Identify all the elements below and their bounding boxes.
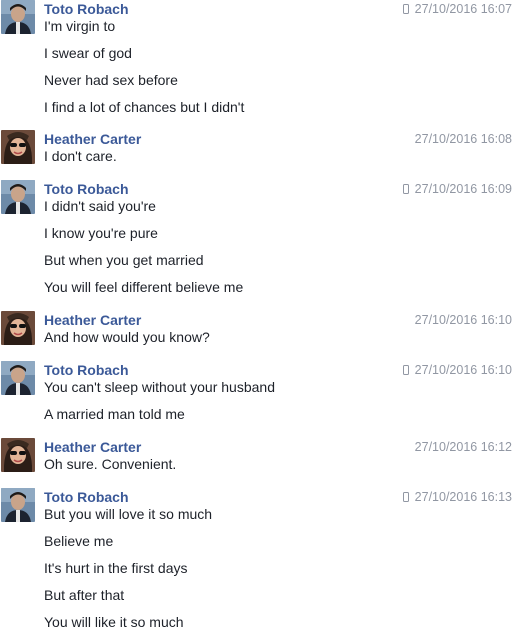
message-text: I didn't said you're <box>44 198 156 214</box>
avatar[interactable] <box>1 488 35 522</box>
message-timestamp: 27/10/2016 16:13 <box>402 488 512 506</box>
message-timestamp: 27/10/2016 16:07 <box>402 0 512 18</box>
timestamp-text: 27/10/2016 16:10 <box>414 313 512 327</box>
sender-name-link[interactable]: Heather Carter <box>44 311 141 329</box>
timestamp-text: 27/10/2016 16:13 <box>414 490 512 504</box>
message-text: And how would you know? <box>44 329 210 345</box>
message-text: I don't care. <box>44 148 117 164</box>
avatar[interactable] <box>1 130 35 164</box>
avatar[interactable] <box>1 311 35 345</box>
mobile-phone-icon <box>402 4 409 14</box>
message-text: You can't sleep without your husband <box>44 379 275 395</box>
timestamp-text: 27/10/2016 16:12 <box>414 440 512 454</box>
message-text: But after that <box>44 587 125 603</box>
message-text: But you will love it so much <box>44 506 213 522</box>
timestamp-text: 27/10/2016 16:10 <box>414 363 512 377</box>
message-timestamp: 27/10/2016 16:08 <box>415 130 512 148</box>
mobile-phone-icon <box>402 492 409 502</box>
message-text: I find a lot of chances but I didn't <box>44 99 245 115</box>
message-text: I know you're pure <box>44 225 158 241</box>
avatar[interactable] <box>1 180 35 214</box>
sender-name-link[interactable]: Heather Carter <box>44 130 141 148</box>
message-text: But when you get married <box>44 252 204 268</box>
sender-name-link[interactable]: Toto Robach <box>44 0 129 18</box>
message-text: I swear of god <box>44 45 132 61</box>
avatar[interactable] <box>1 438 35 472</box>
timestamp-text: 27/10/2016 16:09 <box>414 182 512 196</box>
avatar[interactable] <box>1 0 35 34</box>
mobile-phone-icon <box>402 184 409 194</box>
message-text: Believe me <box>44 533 114 549</box>
sender-name-link[interactable]: Heather Carter <box>44 438 141 456</box>
message-text: Never had sex before <box>44 72 178 88</box>
message-timestamp: 27/10/2016 16:10 <box>402 361 512 379</box>
message-timestamp: 27/10/2016 16:10 <box>415 311 512 329</box>
message-timestamp: 27/10/2016 16:09 <box>402 180 512 198</box>
sender-name-link[interactable]: Toto Robach <box>44 180 129 198</box>
sender-name-link[interactable]: Toto Robach <box>44 361 129 379</box>
avatar[interactable] <box>1 361 35 395</box>
message-text: You will feel different believe me <box>44 279 244 295</box>
message-text: Oh sure. Convenient. <box>44 456 177 472</box>
message-timestamp: 27/10/2016 16:12 <box>415 438 512 456</box>
message-text: You will like it so much <box>44 614 184 630</box>
timestamp-text: 27/10/2016 16:08 <box>414 132 512 146</box>
message-text: A married man told me <box>44 406 185 422</box>
message-text: It's hurt in the first days <box>44 560 188 576</box>
timestamp-text: 27/10/2016 16:07 <box>414 2 512 16</box>
sender-name-link[interactable]: Toto Robach <box>44 488 129 506</box>
message-text: I'm virgin to <box>44 18 116 34</box>
mobile-phone-icon <box>402 365 409 375</box>
